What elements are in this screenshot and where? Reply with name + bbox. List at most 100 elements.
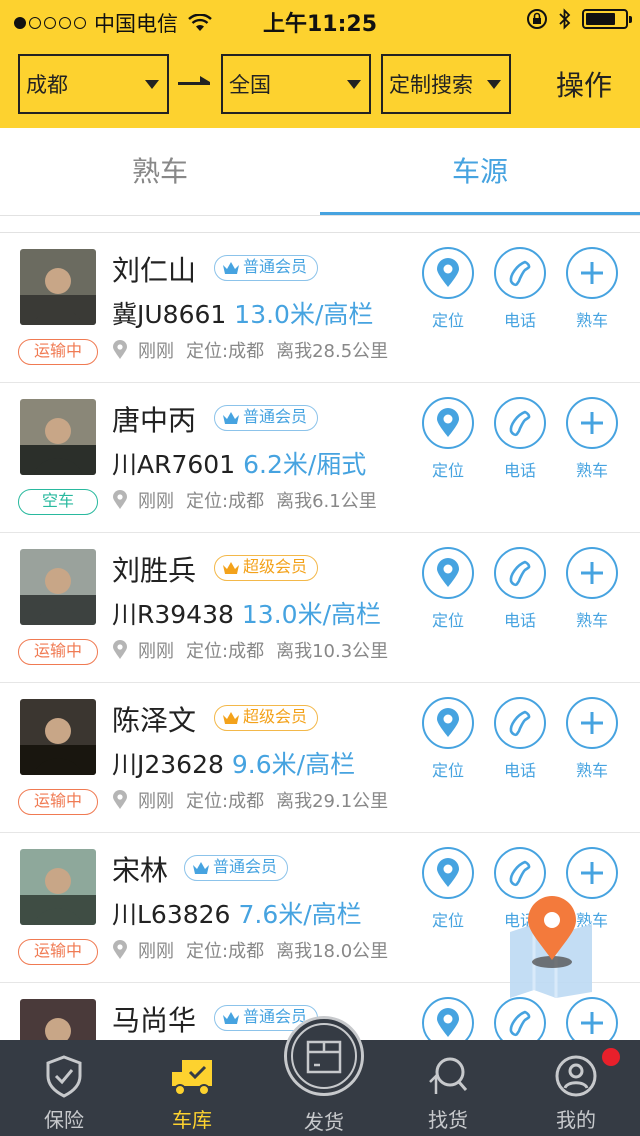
member-badge: 普通会员: [214, 405, 319, 431]
location-meta: 刚刚 定位:成都 离我28.5公里: [112, 337, 388, 363]
driver-name: 陈泽文: [112, 704, 197, 737]
location-meta: 刚刚 定位:成都 离我10.3公里: [112, 637, 388, 663]
destination-dropdown[interactable]: 全国: [221, 54, 371, 114]
member-badge-label: 超级会员: [243, 557, 308, 576]
nav-publish-label: 发货: [304, 1110, 344, 1134]
status-bar: 中国电信 上午11:25: [0, 0, 640, 40]
shield-check-icon: [46, 1055, 82, 1098]
locate-button[interactable]: 定位: [412, 697, 484, 781]
tab-truck-source[interactable]: 车源: [320, 128, 640, 216]
add-familiar-label: 熟车: [575, 611, 608, 630]
plate-info: 川L63826 7.6米/高栏: [112, 895, 362, 931]
member-badge-label: 超级会员: [243, 707, 308, 726]
location-pin-icon: [113, 340, 127, 359]
add-familiar-button[interactable]: 熟车: [556, 397, 628, 481]
locate-button[interactable]: 定位: [412, 397, 484, 481]
custom-search-dropdown[interactable]: 定制搜索: [381, 54, 511, 114]
location-text: 定位:成都: [186, 341, 265, 362]
nav-find-cargo-label: 找货: [428, 1108, 468, 1132]
member-badge-label: 普通会员: [243, 407, 308, 426]
tab-familiar-trucks[interactable]: 熟车: [0, 128, 320, 216]
avatar[interactable]: [20, 549, 96, 625]
origin-city-dropdown[interactable]: 成都: [18, 54, 169, 114]
map-location-button[interactable]: [506, 894, 600, 1000]
phone-icon: [509, 710, 531, 737]
location-pin-icon: [113, 640, 127, 659]
call-button[interactable]: 电话: [484, 997, 556, 1040]
location-pin-icon: [437, 558, 459, 587]
operation-button[interactable]: 操作: [556, 64, 612, 104]
driver-name: 唐中丙: [112, 404, 197, 437]
locate-button[interactable]: 定位: [412, 997, 484, 1040]
nav-mine[interactable]: 我的: [512, 1040, 640, 1136]
nav-publish-cargo[interactable]: [284, 1016, 364, 1096]
plate-info: 冀JU8661 13.0米/高栏: [112, 295, 373, 331]
call-button[interactable]: 电话: [484, 247, 556, 331]
plus-icon: [581, 712, 603, 734]
phone-icon: [509, 1010, 531, 1037]
plus-icon: [581, 262, 603, 284]
plate-info: 川J23628 9.6米/高栏: [112, 745, 355, 781]
location-text: 定位:成都: [186, 941, 265, 962]
avatar[interactable]: [20, 849, 96, 925]
list-item[interactable]: 运输中 陈泽文 超级会员 川J23628 9.6米/高栏 刚刚 定位:成都 离我2…: [0, 683, 640, 833]
list-item[interactable]: 运输中 刘仁山 普通会员 冀JU8661 13.0米/高栏 刚刚 定位:成都 离我…: [0, 233, 640, 383]
add-familiar-button[interactable]: 熟车: [556, 697, 628, 781]
segment-tabs: 熟车 车源: [0, 128, 640, 216]
plus-icon: [581, 562, 603, 584]
avatar[interactable]: [20, 699, 96, 775]
locate-label: 定位: [431, 611, 464, 630]
distance-text: 离我6.1公里: [276, 491, 377, 512]
crown-icon: [223, 562, 239, 574]
truck-spec: 7.6米/高栏: [238, 900, 362, 929]
location-text: 定位:成都: [186, 491, 265, 512]
crown-icon: [223, 262, 239, 274]
avatar[interactable]: [20, 399, 96, 475]
row-actions: 定位 电话 熟车: [412, 697, 628, 781]
add-familiar-label: 熟车: [575, 461, 608, 480]
plate-number: 川R39438: [112, 600, 234, 629]
arrow-right-icon: [178, 76, 210, 85]
nav-insurance[interactable]: 保险: [0, 1040, 128, 1136]
distance-text: 离我18.0公里: [276, 941, 389, 962]
chevron-down-icon: [487, 80, 501, 89]
avatar[interactable]: [20, 999, 96, 1040]
add-familiar-button[interactable]: 熟车: [556, 547, 628, 631]
list-item[interactable]: 空车 唐中丙 普通会员 川AR7601 6.2米/厢式 刚刚 定位:成都 离我6.…: [0, 383, 640, 533]
call-button[interactable]: 电话: [484, 397, 556, 481]
locate-button[interactable]: 定位: [412, 847, 484, 931]
locate-button[interactable]: 定位: [412, 247, 484, 331]
bluetooth-icon: [559, 8, 571, 30]
plus-icon: [581, 412, 603, 434]
distance-text: 离我28.5公里: [276, 341, 389, 362]
member-badge-label: 普通会员: [213, 857, 278, 876]
row-actions: 定位 电话 熟车: [412, 247, 628, 331]
location-pin-icon: [437, 258, 459, 287]
call-button[interactable]: 电话: [484, 547, 556, 631]
plate-number: 川AR7601: [112, 450, 236, 479]
chevron-down-icon: [145, 80, 159, 89]
active-tab-indicator: [320, 212, 640, 215]
member-badge-label: 普通会员: [243, 257, 308, 276]
location-pin-icon: [437, 708, 459, 737]
nav-find-cargo[interactable]: 找货: [384, 1040, 512, 1136]
list-item[interactable]: 运输中 刘胜兵 超级会员 川R39438 13.0米/高栏 刚刚 定位:成都 离我…: [0, 533, 640, 683]
destination-value: 全国: [229, 73, 271, 97]
user-icon: [555, 1055, 597, 1097]
call-button[interactable]: 电话: [484, 697, 556, 781]
add-familiar-button[interactable]: 熟车: [556, 247, 628, 331]
plate-number: 冀JU8661: [112, 300, 227, 329]
location-pin-icon: [113, 940, 127, 959]
add-familiar-button[interactable]: 熟车: [556, 997, 628, 1040]
locate-label: 定位: [431, 311, 464, 330]
nav-garage[interactable]: 车库: [128, 1040, 256, 1136]
driver-name: 宋林: [112, 854, 169, 887]
plate-info: 川R39438 13.0米/高栏: [112, 595, 381, 631]
member-badge: 普通会员: [214, 255, 319, 281]
avatar[interactable]: [20, 249, 96, 325]
location-pin-icon: [437, 858, 459, 887]
update-time: 刚刚: [138, 341, 174, 362]
locate-button[interactable]: 定位: [412, 547, 484, 631]
update-time: 刚刚: [138, 941, 174, 962]
locate-label: 定位: [431, 461, 464, 480]
